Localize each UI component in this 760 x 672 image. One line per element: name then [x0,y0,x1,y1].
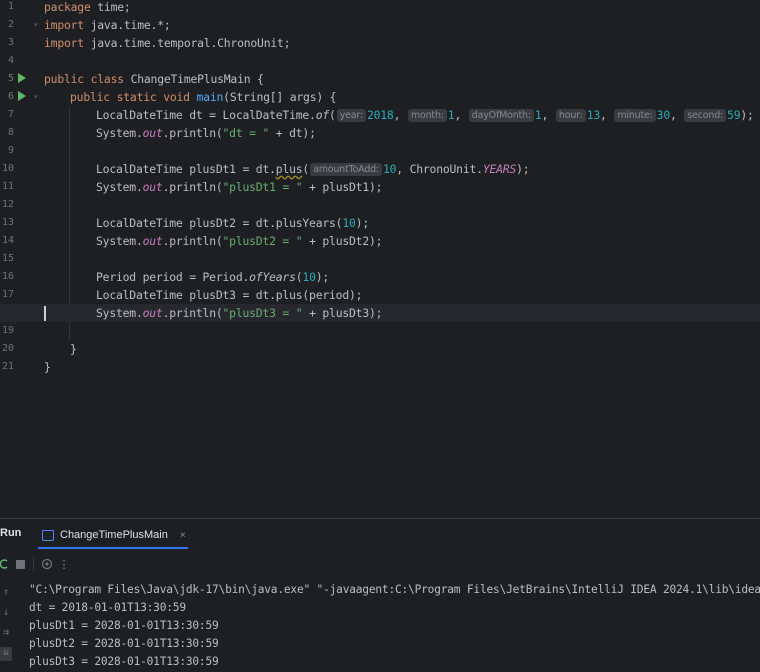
param-hint: minute: [614,109,656,122]
scroll-up-icon[interactable]: ↑ [0,587,12,601]
line-number: 10 [1,163,14,174]
rerun-icon[interactable] [0,557,8,571]
param-hint: dayOfMonth: [468,109,534,122]
code-line: System.out.println("dt = " + dt); [96,126,316,140]
line-number: 20 [1,343,14,354]
line-number: 5 [7,73,14,84]
param-hint: amountToAdd: [310,163,382,176]
line-number: 14 [1,235,14,246]
line-number: 1 [7,1,14,12]
console-output[interactable]: "C:\Program Files\Java\jdk-17\bin\java.e… [29,581,760,671]
code-line: package time; [44,0,131,14]
param-hint: second: [684,109,727,122]
console-line: plusDt1 = 2028-01-01T13:30:59 [29,619,219,632]
text-caret [44,306,46,321]
line-number: 12 [1,199,14,210]
console-line: plusDt3 = 2028-01-01T13:30:59 [29,655,219,668]
line-number: 3 [7,37,14,48]
code-line: System.out.println("plusDt1 = " + plusDt… [96,180,383,194]
line-number: 13 [1,217,14,228]
console-line: dt = 2018-01-01T13:30:59 [29,601,186,614]
line-number: 17 [1,289,14,300]
settings-icon[interactable] [40,557,54,571]
code-line: } [44,360,51,374]
code-line: LocalDateTime dt = LocalDateTime.of(year… [96,108,754,122]
line-number: 19 [1,325,14,336]
line-number: 6 [7,91,14,102]
run-gutter-icon[interactable] [18,91,26,101]
line-number: 21 [1,361,14,372]
code-line: public static void main(String[] args) { [70,90,337,104]
soft-wrap-icon[interactable]: ⇉ [0,627,12,641]
code-line: } [70,342,77,356]
code-line: LocalDateTime plusDt1 = dt.plus(amountTo… [96,162,530,176]
editor-gutter: 1 2 3 4 5 6 7 8 9 10 11 12 13 14 15 16 1… [0,0,42,518]
scroll-down-icon[interactable]: ↓ [0,607,12,621]
code-line-current: System.out.println("plusDt3 = " + plusDt… [0,304,760,322]
code-line: System.out.println("plusDt2 = " + plusDt… [96,234,383,248]
code-line: public class ChangeTimePlusMain { [44,72,264,86]
tab-label: ChangeTimePlusMain [60,529,168,541]
line-number: 15 [1,253,14,264]
close-icon[interactable]: × [180,530,186,541]
line-number: 7 [7,109,14,120]
code-line: Period period = Period.ofYears(10); [96,270,330,284]
line-number: 4 [7,55,14,66]
application-icon [42,529,54,541]
code-line: import java.time.*; [44,18,171,32]
console-line: "C:\Program Files\Java\jdk-17\bin\java.e… [29,583,760,596]
param-hint: month: [407,109,447,122]
code-line: import java.time.temporal.ChronoUnit; [44,36,291,50]
run-panel-title: Run [0,527,22,539]
stop-icon[interactable] [14,557,26,571]
param-hint: year: [336,109,366,122]
line-number: 9 [7,145,14,156]
run-panel: Run ChangeTimePlusMain × ⋮ ↑ ↓ ⇉ ⇊ "C:\P… [0,518,760,672]
line-number: 11 [1,181,14,192]
fold-icon[interactable]: ⌄ [33,86,38,104]
run-toolbar: ⋮ [0,555,760,575]
code-editor[interactable]: 1 2 3 4 5 6 7 8 9 10 11 12 13 14 15 16 1… [0,0,760,518]
console-line: plusDt2 = 2028-01-01T13:30:59 [29,637,219,650]
line-number: 8 [7,127,14,138]
toolbar-separator [33,557,34,571]
tab-active-indicator [38,547,188,549]
run-tab-bar: Run ChangeTimePlusMain × [0,519,760,549]
more-icon[interactable]: ⋮ [59,557,70,571]
run-gutter-icon[interactable] [18,73,26,83]
line-number: 16 [1,271,14,282]
code-line: LocalDateTime plusDt3 = dt.plus(period); [96,288,363,302]
param-hint: hour: [555,109,586,122]
scroll-to-end-icon[interactable]: ⇊ [0,647,12,661]
tab-change-time-plus-main[interactable]: ChangeTimePlusMain × [42,526,186,544]
code-line: LocalDateTime plusDt2 = dt.plusYears(10)… [96,216,369,230]
line-number: 2 [7,19,14,30]
fold-icon[interactable]: ⌄ [33,14,38,32]
